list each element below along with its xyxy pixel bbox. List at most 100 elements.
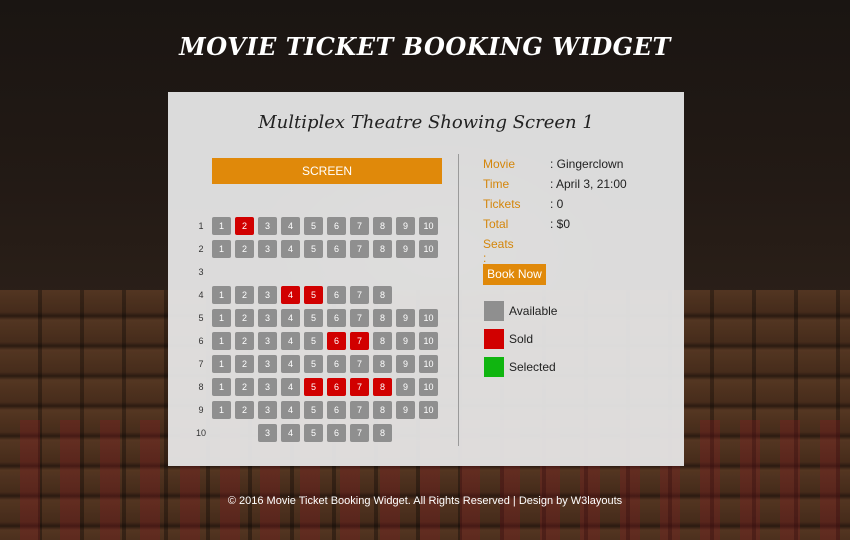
seat-available[interactable]: 3 bbox=[258, 401, 277, 419]
seat-available[interactable]: 10 bbox=[419, 217, 438, 235]
seat-available[interactable]: 4 bbox=[281, 240, 300, 258]
seat-available[interactable]: 3 bbox=[258, 424, 277, 442]
divider bbox=[458, 154, 459, 446]
booking-panel: Multiplex Theatre Showing Screen 1 SCREE… bbox=[168, 92, 684, 466]
seat-sold: 5 bbox=[304, 286, 323, 304]
seat-available[interactable]: 8 bbox=[373, 355, 392, 373]
seat-available[interactable]: 1 bbox=[212, 309, 231, 327]
seat-available[interactable]: 3 bbox=[258, 355, 277, 373]
seat-available[interactable]: 3 bbox=[258, 332, 277, 350]
seat-available[interactable]: 8 bbox=[373, 240, 392, 258]
row-number: 5 bbox=[198, 313, 204, 323]
seat-available[interactable]: 9 bbox=[396, 401, 415, 419]
seat-available[interactable]: 2 bbox=[235, 309, 254, 327]
seat-available[interactable]: 7 bbox=[350, 217, 369, 235]
seat-available[interactable]: 2 bbox=[235, 286, 254, 304]
seat-available[interactable]: 8 bbox=[373, 309, 392, 327]
row-number: 7 bbox=[198, 359, 204, 369]
movie-value: : Gingerclown bbox=[550, 157, 624, 171]
seat-sold: 6 bbox=[327, 378, 346, 396]
seat-available[interactable]: 1 bbox=[212, 378, 231, 396]
seat-available[interactable]: 5 bbox=[304, 217, 323, 235]
seat-available[interactable]: 1 bbox=[212, 286, 231, 304]
seat-available[interactable]: 8 bbox=[373, 286, 392, 304]
seat-available[interactable]: 1 bbox=[212, 401, 231, 419]
seat-available[interactable]: 2 bbox=[235, 355, 254, 373]
sold-swatch bbox=[484, 329, 504, 349]
seat-available[interactable]: 1 bbox=[212, 217, 231, 235]
seat-available[interactable]: 3 bbox=[258, 309, 277, 327]
seat-available[interactable]: 1 bbox=[212, 355, 231, 373]
seat-available[interactable]: 4 bbox=[281, 332, 300, 350]
tickets-label: Tickets bbox=[483, 197, 521, 211]
seat-sold: 2 bbox=[235, 217, 254, 235]
seat-available[interactable]: 5 bbox=[304, 332, 323, 350]
seat-available[interactable]: 4 bbox=[281, 309, 300, 327]
seat-available[interactable]: 3 bbox=[258, 217, 277, 235]
seat-sold: 8 bbox=[373, 378, 392, 396]
seat-available[interactable]: 9 bbox=[396, 217, 415, 235]
seat-sold: 7 bbox=[350, 332, 369, 350]
seat-available[interactable]: 5 bbox=[304, 424, 323, 442]
seat-available[interactable]: 5 bbox=[304, 309, 323, 327]
seat-available[interactable]: 4 bbox=[281, 217, 300, 235]
seat-available[interactable]: 5 bbox=[304, 355, 323, 373]
seat-available[interactable]: 10 bbox=[419, 332, 438, 350]
seat-available[interactable]: 10 bbox=[419, 355, 438, 373]
seat-available[interactable]: 6 bbox=[327, 424, 346, 442]
seat-available[interactable]: 2 bbox=[235, 378, 254, 396]
seat-available[interactable]: 8 bbox=[373, 217, 392, 235]
seat-available[interactable]: 5 bbox=[304, 401, 323, 419]
legend-sold-label: Sold bbox=[509, 332, 534, 346]
row-number: 8 bbox=[198, 382, 204, 392]
seat-available[interactable]: 9 bbox=[396, 240, 415, 258]
seat-available[interactable]: 7 bbox=[350, 240, 369, 258]
seat-available[interactable]: 9 bbox=[396, 355, 415, 373]
footer: © 2016 Movie Ticket Booking Widget. All … bbox=[227, 495, 623, 507]
seat-available[interactable]: 3 bbox=[258, 378, 277, 396]
seat-available[interactable]: 4 bbox=[281, 401, 300, 419]
seat-available[interactable]: 1 bbox=[212, 332, 231, 350]
seat-available[interactable]: 6 bbox=[327, 286, 346, 304]
seat-available[interactable]: 9 bbox=[396, 378, 415, 396]
page-title: MOVIE TICKET BOOKING WIDGET bbox=[179, 32, 671, 61]
book-now-button[interactable]: Book Now bbox=[483, 264, 546, 285]
seat-available[interactable]: 7 bbox=[350, 286, 369, 304]
row-number: 1 bbox=[198, 221, 204, 231]
seat-available[interactable]: 10 bbox=[419, 401, 438, 419]
seat-available[interactable]: 2 bbox=[235, 240, 254, 258]
seat-available[interactable]: 5 bbox=[304, 240, 323, 258]
seat-available[interactable]: 7 bbox=[350, 401, 369, 419]
seat-available[interactable]: 4 bbox=[281, 378, 300, 396]
total-label: Total bbox=[483, 217, 509, 231]
movie-label: Movie bbox=[483, 157, 516, 171]
seat-available[interactable]: 6 bbox=[327, 217, 346, 235]
seat-available[interactable]: 4 bbox=[281, 424, 300, 442]
seat-available[interactable]: 7 bbox=[350, 355, 369, 373]
available-swatch bbox=[484, 301, 504, 321]
row-number: 3 bbox=[198, 267, 204, 277]
seat-available[interactable]: 7 bbox=[350, 309, 369, 327]
seat-available[interactable]: 2 bbox=[235, 332, 254, 350]
row-number: 6 bbox=[198, 336, 204, 346]
seat-available[interactable]: 10 bbox=[419, 378, 438, 396]
seat-available[interactable]: 6 bbox=[327, 309, 346, 327]
seat-available[interactable]: 9 bbox=[396, 309, 415, 327]
seat-available[interactable]: 6 bbox=[327, 401, 346, 419]
seat-available[interactable]: 9 bbox=[396, 332, 415, 350]
seat-available[interactable]: 8 bbox=[373, 332, 392, 350]
seat-available[interactable]: 10 bbox=[419, 309, 438, 327]
seat-available[interactable]: 8 bbox=[373, 401, 392, 419]
seat-available[interactable]: 3 bbox=[258, 240, 277, 258]
seat-available[interactable]: 1 bbox=[212, 240, 231, 258]
seats-label: Seats : bbox=[483, 237, 514, 265]
seat-available[interactable]: 8 bbox=[373, 424, 392, 442]
seat-available[interactable]: 4 bbox=[281, 355, 300, 373]
legend-available-label: Available bbox=[509, 304, 558, 318]
seat-available[interactable]: 3 bbox=[258, 286, 277, 304]
seat-available[interactable]: 2 bbox=[235, 401, 254, 419]
seat-available[interactable]: 6 bbox=[327, 240, 346, 258]
seat-available[interactable]: 7 bbox=[350, 424, 369, 442]
seat-available[interactable]: 10 bbox=[419, 240, 438, 258]
seat-available[interactable]: 6 bbox=[327, 355, 346, 373]
